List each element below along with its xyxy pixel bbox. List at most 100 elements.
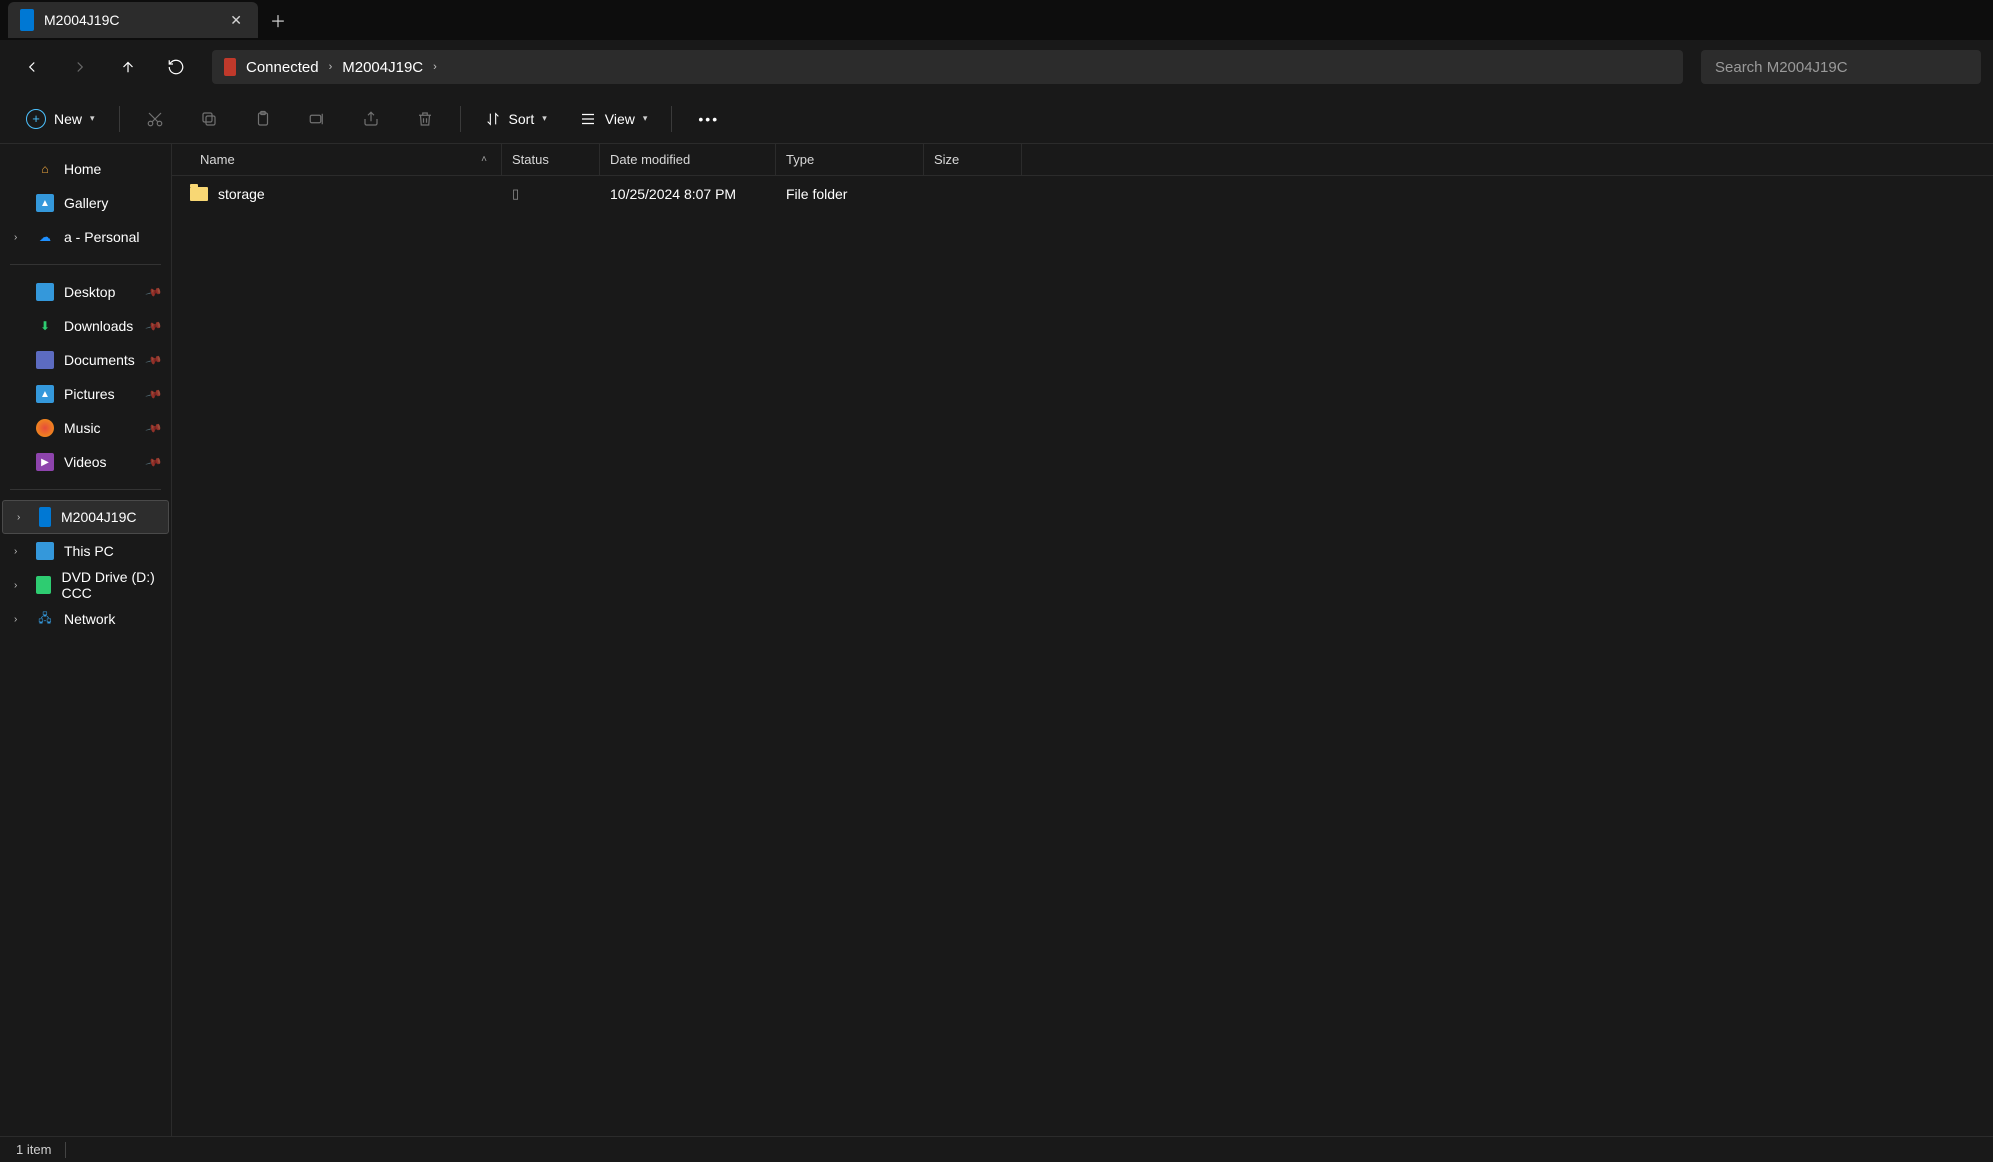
tab-active[interactable]: M2004J19C ✕ bbox=[8, 2, 258, 38]
main-area: ⌂ Home ▲ Gallery › ☁ a - Personal Deskto… bbox=[0, 144, 1993, 1136]
sort-label: Sort bbox=[509, 111, 535, 127]
col-header-size[interactable]: Size bbox=[924, 144, 1022, 175]
breadcrumb-device[interactable]: M2004J19C bbox=[342, 59, 423, 76]
pictures-icon: ▲ bbox=[36, 385, 54, 403]
sidebar-item-label: DVD Drive (D:) CCC bbox=[61, 569, 171, 601]
sidebar: ⌂ Home ▲ Gallery › ☁ a - Personal Deskto… bbox=[0, 144, 172, 1136]
sidebar-item-label: Documents bbox=[64, 352, 135, 368]
chevron-down-icon: ▾ bbox=[542, 113, 547, 124]
sidebar-item-desktop[interactable]: Desktop 📌 bbox=[0, 275, 171, 309]
toolbar-separator bbox=[671, 106, 672, 132]
address-bar[interactable]: Connected › M2004J19C › bbox=[212, 50, 1683, 84]
chevron-right-icon[interactable]: › bbox=[433, 61, 437, 73]
phone-icon bbox=[39, 507, 51, 527]
more-button[interactable]: ••• bbox=[688, 102, 729, 136]
file-type: File folder bbox=[786, 186, 847, 202]
gallery-icon: ▲ bbox=[36, 194, 54, 212]
column-headers: Name ˄ Status Date modified Type Size bbox=[172, 144, 1993, 176]
tab-title: M2004J19C bbox=[44, 12, 216, 28]
sidebar-item-label: a - Personal bbox=[64, 229, 139, 245]
pin-icon: 📌 bbox=[145, 283, 163, 301]
view-label: View bbox=[605, 111, 635, 127]
search-placeholder: Search M2004J19C bbox=[1715, 59, 1848, 76]
search-input[interactable]: Search M2004J19C bbox=[1701, 50, 1981, 84]
sync-status-icon: ▯ bbox=[512, 186, 519, 202]
file-row[interactable]: storage ▯ 10/25/2024 8:07 PM File folder bbox=[172, 176, 1993, 212]
sidebar-item-label: Music bbox=[64, 420, 101, 436]
sidebar-item-personal[interactable]: › ☁ a - Personal bbox=[0, 220, 171, 254]
documents-icon bbox=[36, 351, 54, 369]
paste-button[interactable] bbox=[244, 102, 282, 136]
status-bar: 1 item bbox=[0, 1136, 1993, 1162]
sidebar-item-documents[interactable]: Documents 📌 bbox=[0, 343, 171, 377]
home-icon: ⌂ bbox=[36, 160, 54, 178]
forward-button[interactable] bbox=[60, 48, 100, 86]
cut-button[interactable] bbox=[136, 102, 174, 136]
sidebar-item-label: Network bbox=[64, 611, 115, 627]
videos-icon: ▶ bbox=[36, 453, 54, 471]
monitor-icon bbox=[36, 542, 54, 560]
chevron-right-icon[interactable]: › bbox=[17, 512, 20, 523]
status-item-count: 1 item bbox=[16, 1142, 51, 1157]
chevron-right-icon[interactable]: › bbox=[14, 232, 17, 243]
file-list: Name ˄ Status Date modified Type Size st… bbox=[172, 144, 1993, 1136]
sidebar-item-music[interactable]: Music 📌 bbox=[0, 411, 171, 445]
col-header-name[interactable]: Name ˄ bbox=[172, 144, 502, 175]
pin-icon: 📌 bbox=[145, 453, 163, 471]
pin-icon: 📌 bbox=[145, 419, 163, 437]
refresh-button[interactable] bbox=[156, 48, 196, 86]
sort-button[interactable]: Sort ▾ bbox=[477, 102, 555, 136]
plus-circle-icon: + bbox=[26, 109, 46, 129]
sidebar-item-label: This PC bbox=[64, 543, 114, 559]
sidebar-item-home[interactable]: ⌂ Home bbox=[0, 152, 171, 186]
share-button[interactable] bbox=[352, 102, 390, 136]
sort-asc-icon: ˄ bbox=[481, 154, 487, 165]
cloud-icon: ☁ bbox=[36, 228, 54, 246]
col-header-status[interactable]: Status bbox=[502, 144, 600, 175]
sidebar-item-label: Videos bbox=[64, 454, 107, 470]
chevron-right-icon[interactable]: › bbox=[14, 580, 17, 591]
sidebar-item-videos[interactable]: ▶ Videos 📌 bbox=[0, 445, 171, 479]
new-label: New bbox=[54, 111, 82, 127]
download-icon: ⬇ bbox=[36, 317, 54, 335]
folder-icon bbox=[190, 187, 208, 201]
sidebar-item-this-pc[interactable]: › This PC bbox=[0, 534, 171, 568]
toolbar-separator bbox=[119, 106, 120, 132]
sidebar-item-gallery[interactable]: ▲ Gallery bbox=[0, 186, 171, 220]
sidebar-item-label: Pictures bbox=[64, 386, 115, 402]
new-tab-button[interactable]: ＋ bbox=[258, 2, 298, 38]
back-button[interactable] bbox=[12, 48, 52, 86]
view-button[interactable]: View ▾ bbox=[571, 102, 656, 136]
new-button[interactable]: + New ▾ bbox=[18, 102, 103, 136]
toolbar: + New ▾ Sort ▾ View ▾ ••• bbox=[0, 94, 1993, 144]
rename-button[interactable] bbox=[298, 102, 336, 136]
sidebar-item-network[interactable]: › 🖧 Network bbox=[0, 602, 171, 636]
sidebar-item-dvd[interactable]: › DVD Drive (D:) CCC bbox=[0, 568, 171, 602]
sidebar-item-label: Home bbox=[64, 161, 101, 177]
sidebar-item-pictures[interactable]: ▲ Pictures 📌 bbox=[0, 377, 171, 411]
col-header-date[interactable]: Date modified bbox=[600, 144, 776, 175]
sidebar-item-device[interactable]: › M2004J19C bbox=[2, 500, 169, 534]
col-header-type[interactable]: Type bbox=[776, 144, 924, 175]
copy-button[interactable] bbox=[190, 102, 228, 136]
tab-bar: M2004J19C ✕ ＋ bbox=[0, 0, 1993, 40]
delete-button[interactable] bbox=[406, 102, 444, 136]
disc-icon bbox=[36, 576, 51, 594]
sidebar-item-downloads[interactable]: ⬇ Downloads 📌 bbox=[0, 309, 171, 343]
phone-icon bbox=[20, 9, 34, 31]
chevron-right-icon[interactable]: › bbox=[14, 546, 17, 557]
up-button[interactable] bbox=[108, 48, 148, 86]
chevron-right-icon[interactable]: › bbox=[14, 614, 17, 625]
status-separator bbox=[65, 1142, 66, 1158]
breadcrumb-root[interactable]: Connected bbox=[246, 59, 319, 76]
pin-icon: 📌 bbox=[145, 351, 163, 369]
chevron-right-icon[interactable]: › bbox=[329, 61, 333, 73]
close-tab-button[interactable]: ✕ bbox=[226, 8, 246, 33]
sidebar-separator bbox=[10, 264, 161, 265]
file-date: 10/25/2024 8:07 PM bbox=[610, 186, 736, 202]
toolbar-separator bbox=[460, 106, 461, 132]
chevron-down-icon: ▾ bbox=[643, 113, 648, 124]
pin-icon: 📌 bbox=[145, 385, 163, 403]
music-icon bbox=[36, 419, 54, 437]
sidebar-item-label: Downloads bbox=[64, 318, 133, 334]
